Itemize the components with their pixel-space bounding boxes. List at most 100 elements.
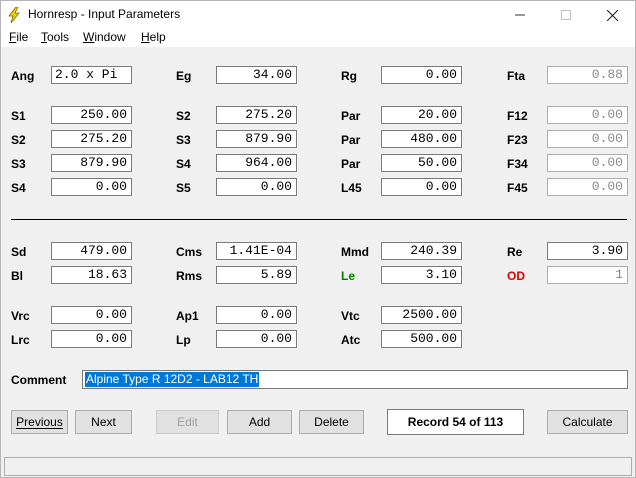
close-icon	[606, 9, 618, 21]
field-s5[interactable]: 0.00	[216, 178, 297, 196]
maximize-icon	[561, 10, 571, 20]
maximize-button	[543, 1, 589, 29]
minimize-icon	[515, 14, 525, 16]
label-vrc: Vrc	[11, 309, 30, 323]
field-vtc[interactable]: 2500.00	[381, 306, 462, 324]
hornresp-window: Hornresp - Input Parameters File Tools W…	[0, 0, 636, 478]
field-par-2[interactable]: 480.00	[381, 130, 462, 148]
label-par-2: Par	[341, 133, 361, 147]
title-bar: Hornresp - Input Parameters	[1, 1, 635, 29]
field-s2-mid[interactable]: 275.20	[216, 106, 297, 124]
field-lrc[interactable]: 0.00	[51, 330, 132, 348]
field-od: 1	[547, 266, 628, 284]
label-par-3: Par	[341, 157, 361, 171]
label-comment: Comment	[11, 373, 67, 387]
field-f12: 0.00	[547, 106, 628, 124]
label-rg: Rg	[341, 69, 357, 83]
menu-help[interactable]: Help	[141, 30, 166, 44]
label-eg: Eg	[176, 69, 192, 83]
section-divider	[11, 219, 627, 220]
label-s4-mid: S4	[176, 157, 191, 171]
field-ang[interactable]: 2.0 x Pi	[51, 66, 132, 84]
label-sd: Sd	[11, 245, 27, 259]
close-button[interactable]	[589, 1, 635, 29]
lightning-bolt-icon	[8, 7, 20, 23]
field-sd[interactable]: 479.00	[51, 242, 132, 260]
field-cms[interactable]: 1.41E-04	[216, 242, 297, 260]
label-s2-mid: S2	[176, 109, 191, 123]
calculate-label: Calculate	[562, 415, 613, 429]
label-fta: Fta	[507, 69, 525, 83]
field-rms[interactable]: 5.89	[216, 266, 297, 284]
field-s3[interactable]: 879.90	[51, 154, 132, 172]
label-le[interactable]: Le	[341, 267, 355, 285]
label-atc: Atc	[341, 333, 361, 347]
status-bar	[4, 457, 632, 476]
label-lp: Lp	[176, 333, 191, 347]
field-atc[interactable]: 500.00	[381, 330, 462, 348]
minimize-button[interactable]	[497, 1, 543, 29]
field-bl[interactable]: 18.63	[51, 266, 132, 284]
add-label: Add	[248, 415, 271, 429]
field-par-3[interactable]: 50.00	[381, 154, 462, 172]
menu-file[interactable]: File	[9, 30, 28, 44]
field-par-1[interactable]: 20.00	[381, 106, 462, 124]
label-bl: Bl	[11, 269, 23, 283]
label-cms: Cms	[176, 245, 203, 259]
field-s4-mid[interactable]: 964.00	[216, 154, 297, 172]
field-ap1[interactable]: 0.00	[216, 306, 297, 324]
field-re[interactable]: 3.90	[547, 242, 628, 260]
label-s4: S4	[11, 181, 26, 195]
label-f23: F23	[507, 133, 528, 147]
label-s1: S1	[11, 109, 26, 123]
field-f23: 0.00	[547, 130, 628, 148]
delete-button[interactable]: Delete	[299, 410, 364, 434]
comment-text: Alpine Type R 12D2 - LAB12 TH	[85, 372, 260, 387]
label-od[interactable]: OD	[507, 267, 525, 285]
field-le[interactable]: 3.10	[381, 266, 462, 284]
menu-tools[interactable]: Tools	[41, 30, 69, 44]
field-eg[interactable]: 34.00	[216, 66, 297, 84]
label-ang: Ang	[11, 69, 35, 83]
field-rg[interactable]: 0.00	[381, 66, 462, 84]
field-fta: 0.88	[547, 66, 628, 84]
edit-label: Edit	[177, 415, 198, 429]
label-s2: S2	[11, 133, 26, 147]
next-button[interactable]: Next	[75, 410, 132, 434]
previous-label: Previous	[16, 415, 63, 429]
field-f45: 0.00	[547, 178, 628, 196]
previous-button[interactable]: Previous	[11, 410, 68, 434]
label-f34: F34	[507, 157, 528, 171]
label-s5: S5	[176, 181, 191, 195]
menu-window[interactable]: Window	[83, 30, 126, 44]
comment-field[interactable]: Alpine Type R 12D2 - LAB12 TH	[82, 370, 628, 389]
label-s3-mid: S3	[176, 133, 191, 147]
field-s3-mid[interactable]: 879.90	[216, 130, 297, 148]
menu-bar: File Tools Window Help	[1, 29, 635, 47]
label-par-1: Par	[341, 109, 361, 123]
window-title: Hornresp - Input Parameters	[28, 7, 181, 21]
label-l45: L45	[341, 181, 362, 195]
add-button[interactable]: Add	[227, 410, 292, 434]
label-rms: Rms	[176, 269, 203, 283]
field-f34: 0.00	[547, 154, 628, 172]
label-s3: S3	[11, 157, 26, 171]
field-l45[interactable]: 0.00	[381, 178, 462, 196]
delete-label: Delete	[314, 415, 349, 429]
next-label: Next	[91, 415, 116, 429]
label-mmd: Mmd	[341, 245, 369, 259]
label-f12: F12	[507, 109, 528, 123]
label-vtc: Vtc	[341, 309, 360, 323]
edit-button: Edit	[156, 410, 219, 434]
field-s2[interactable]: 275.20	[51, 130, 132, 148]
record-indicator: Record 54 of 113	[387, 409, 524, 435]
field-s4[interactable]: 0.00	[51, 178, 132, 196]
label-lrc: Lrc	[11, 333, 30, 347]
field-s1[interactable]: 250.00	[51, 106, 132, 124]
label-ap1: Ap1	[176, 309, 199, 323]
field-mmd[interactable]: 240.39	[381, 242, 462, 260]
label-f45: F45	[507, 181, 528, 195]
field-lp[interactable]: 0.00	[216, 330, 297, 348]
field-vrc[interactable]: 0.00	[51, 306, 132, 324]
calculate-button[interactable]: Calculate	[547, 410, 628, 434]
